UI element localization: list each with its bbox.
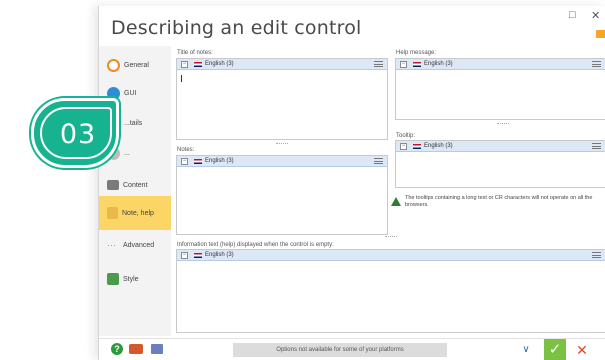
help-icon[interactable]: ?	[111, 343, 123, 355]
notes-label: Notes:	[177, 147, 195, 153]
resize-handle[interactable]	[385, 236, 397, 238]
sidebar-item-style[interactable]: Style	[99, 264, 171, 294]
language-label: English (3)	[205, 61, 234, 67]
notes-field[interactable]: − English (3)	[176, 155, 388, 235]
language-bar: − English (3)	[177, 250, 605, 261]
dots-icon: ⋯	[107, 240, 116, 250]
tooltip-warning: The tooltips containing a long text or C…	[391, 195, 604, 209]
collapse-icon[interactable]: −	[181, 60, 188, 68]
sidebar-item-general[interactable]: General	[99, 50, 171, 80]
sidebar-item-note-help[interactable]: Note, help	[99, 196, 171, 230]
step-number: 03	[59, 119, 97, 150]
style-icon	[107, 273, 119, 285]
sidebar-item-label: ...	[124, 149, 130, 157]
tools-icon[interactable]	[129, 344, 143, 354]
resize-handle[interactable]	[276, 143, 288, 145]
chevron-down-icon[interactable]: ∨	[517, 343, 535, 357]
corner-icon	[596, 30, 605, 38]
uk-flag-icon	[194, 61, 202, 67]
language-label: English (3)	[205, 252, 234, 258]
text-caret	[181, 75, 182, 82]
language-label: English (3)	[424, 143, 453, 149]
collapse-icon[interactable]: −	[400, 60, 407, 68]
language-bar: − English (3)	[396, 141, 605, 152]
collapse-icon[interactable]: −	[400, 142, 407, 150]
menu-icon[interactable]	[374, 158, 383, 164]
menu-icon[interactable]	[374, 61, 383, 67]
uk-flag-icon	[413, 61, 421, 67]
info-text-field[interactable]: − English (3)	[176, 249, 605, 333]
edit-control-dialog: Describing an edit control □ ✕ General G…	[98, 6, 605, 360]
step-badge-inner: 03	[40, 107, 112, 159]
sidebar-item-label: Style	[123, 275, 139, 283]
tooltip-warning-text: The tooltips containing a long text or C…	[405, 195, 593, 208]
step-badge: 03	[31, 98, 119, 168]
folder-icon	[107, 180, 119, 190]
close-button[interactable]: ✕	[591, 9, 600, 22]
sidebar-item-label: Advanced	[123, 241, 155, 249]
uk-flag-icon	[194, 252, 202, 258]
tooltip-label: Tooltip:	[396, 133, 416, 139]
language-bar: − English (3)	[396, 59, 605, 70]
ring-icon	[107, 58, 120, 72]
menu-icon[interactable]	[592, 61, 601, 67]
sidebar-item-advanced[interactable]: ⋯ Advanced	[99, 230, 171, 260]
bottom-toolbar: ? Options not available for some of your…	[99, 338, 605, 360]
uk-flag-icon	[194, 158, 202, 164]
sidebar-item-label: Content	[123, 181, 148, 189]
sidebar-item-label: ...tails	[124, 119, 143, 127]
language-label: English (3)	[424, 61, 453, 67]
help-message-field[interactable]: − English (3)	[395, 58, 605, 120]
sidebar-item-label: Note, help	[122, 209, 154, 217]
collapse-icon[interactable]: −	[181, 157, 188, 165]
cancel-button[interactable]: ✕	[573, 341, 591, 359]
grid-icon[interactable]	[151, 344, 163, 354]
language-bar: − English (3)	[177, 59, 387, 70]
dialog-title: Describing an edit control	[111, 17, 362, 39]
uk-flag-icon	[413, 143, 421, 149]
platform-warning[interactable]: Options not available for some of your p…	[233, 343, 447, 357]
note-icon	[107, 207, 118, 219]
ok-button[interactable]: ✓	[544, 339, 566, 360]
language-bar: − English (3)	[177, 156, 387, 167]
sidebar-item-label: GUI	[124, 89, 137, 97]
help-message-label: Help message:	[396, 50, 437, 56]
collapse-icon[interactable]: −	[181, 251, 188, 259]
title-of-notes-label: Title of notes:	[177, 50, 213, 56]
sidebar-item-label: General	[124, 61, 149, 69]
title-bar: Describing an edit control □ ✕	[99, 6, 605, 44]
info-text-label: Information text (help) displayed when t…	[177, 242, 334, 248]
menu-icon[interactable]	[592, 252, 601, 258]
sidebar: General GUI ...tails ... Content Note, h…	[99, 46, 171, 336]
warning-icon	[391, 197, 401, 206]
resize-handle[interactable]	[497, 123, 509, 125]
tooltip-field[interactable]: − English (3)	[395, 140, 605, 188]
maximize-button[interactable]: □	[569, 9, 576, 21]
menu-icon[interactable]	[592, 143, 601, 149]
title-of-notes-field[interactable]: − English (3)	[176, 58, 388, 140]
language-label: English (3)	[205, 158, 234, 164]
